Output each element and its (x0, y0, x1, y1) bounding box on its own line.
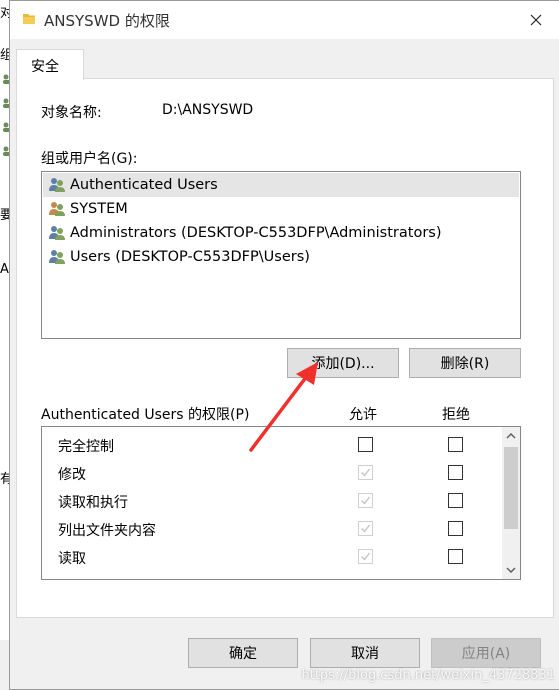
cancel-button[interactable]: 取消 (310, 638, 420, 668)
permissions-label: Authenticated Users 的权限(P) (41, 407, 250, 423)
list-item-system[interactable]: SYSTEM (43, 197, 519, 221)
allow-column-header: 允许 (349, 407, 377, 423)
permission-name: 读取和执行 (58, 495, 128, 511)
deny-checkbox[interactable] (448, 493, 463, 508)
permission-name: 列出文件夹内容 (58, 523, 156, 539)
list-item-authenticated-users[interactable]: Authenticated Users (43, 173, 519, 197)
allow-checkbox[interactable] (358, 437, 373, 452)
list-item-users[interactable]: Users (DESKTOP-C553DFP\Users) (43, 245, 519, 269)
tab-security[interactable]: 安全 (16, 49, 84, 80)
permission-name: 读取 (58, 551, 86, 567)
scroll-up-button[interactable] (502, 427, 520, 445)
chevron-down-icon (506, 567, 516, 573)
user-group-icon (49, 178, 65, 192)
deny-checkbox[interactable] (448, 521, 463, 536)
permission-row: 列出文件夹内容 (42, 515, 500, 543)
list-item-label: SYSTEM (70, 201, 128, 217)
deny-column-header: 拒绝 (442, 407, 470, 423)
security-panel: 对象名称: D:\ANSYSWD 组或用户名(G): Authenticated… (16, 78, 554, 618)
permission-row: 完全控制 (42, 431, 500, 459)
allow-checkbox[interactable] (358, 493, 373, 508)
tab-label: 安全 (31, 59, 59, 75)
permission-row: 修改 (42, 459, 500, 487)
permission-row: 读取 (42, 543, 500, 571)
permission-name: 修改 (58, 467, 86, 483)
allow-checkbox[interactable] (358, 549, 373, 564)
apply-button[interactable]: 应用(A) (431, 638, 541, 668)
allow-checkbox[interactable] (358, 521, 373, 536)
object-name-value: D:\ANSYSWD (162, 102, 254, 118)
user-group-icon (49, 250, 65, 264)
groups-label: 组或用户名(G): (41, 151, 138, 167)
close-icon (530, 14, 542, 26)
remove-button[interactable]: 删除(R) (409, 348, 521, 378)
ok-button[interactable]: 确定 (188, 638, 298, 668)
deny-checkbox[interactable] (448, 465, 463, 480)
groups-listbox[interactable]: Authenticated Users SYSTEM Administrator… (41, 171, 521, 339)
permissions-list[interactable]: 完全控制修改读取和执行列出文件夹内容 读取 (41, 426, 521, 580)
list-item-label: Authenticated Users (70, 177, 218, 193)
close-button[interactable] (513, 1, 559, 39)
watermark: https://blog.csdn.net/weixin_43728831 (301, 668, 555, 683)
deny-checkbox[interactable] (448, 549, 463, 564)
scroll-down-button[interactable] (502, 561, 520, 579)
vertical-scrollbar[interactable] (502, 427, 520, 579)
allow-checkbox[interactable] (358, 465, 373, 480)
permission-row: 读取和执行 (42, 487, 500, 515)
deny-checkbox[interactable] (448, 437, 463, 452)
chevron-up-icon (506, 433, 516, 439)
object-name-label: 对象名称: (41, 105, 102, 121)
folder-icon (23, 14, 35, 24)
window-title: ANSYSWD 的权限 (44, 12, 170, 30)
permission-name: 完全控制 (58, 439, 114, 455)
title-bar[interactable]: ANSYSWD 的权限 (10, 1, 559, 39)
add-button[interactable]: 添加(D)... (287, 348, 399, 378)
scrollbar-thumb[interactable] (504, 447, 518, 529)
user-group-icon (49, 226, 65, 240)
list-item-administrators[interactable]: Administrators (DESKTOP-C553DFP\Administ… (43, 221, 519, 245)
list-item-label: Users (DESKTOP-C553DFP\Users) (70, 249, 310, 265)
list-item-label: Administrators (DESKTOP-C553DFP\Administ… (70, 225, 442, 241)
permissions-dialog: ANSYSWD 的权限 安全 对象名称: D:\ANSYSWD 组或用户名(G)… (9, 0, 559, 690)
user-group-icon (49, 202, 65, 216)
